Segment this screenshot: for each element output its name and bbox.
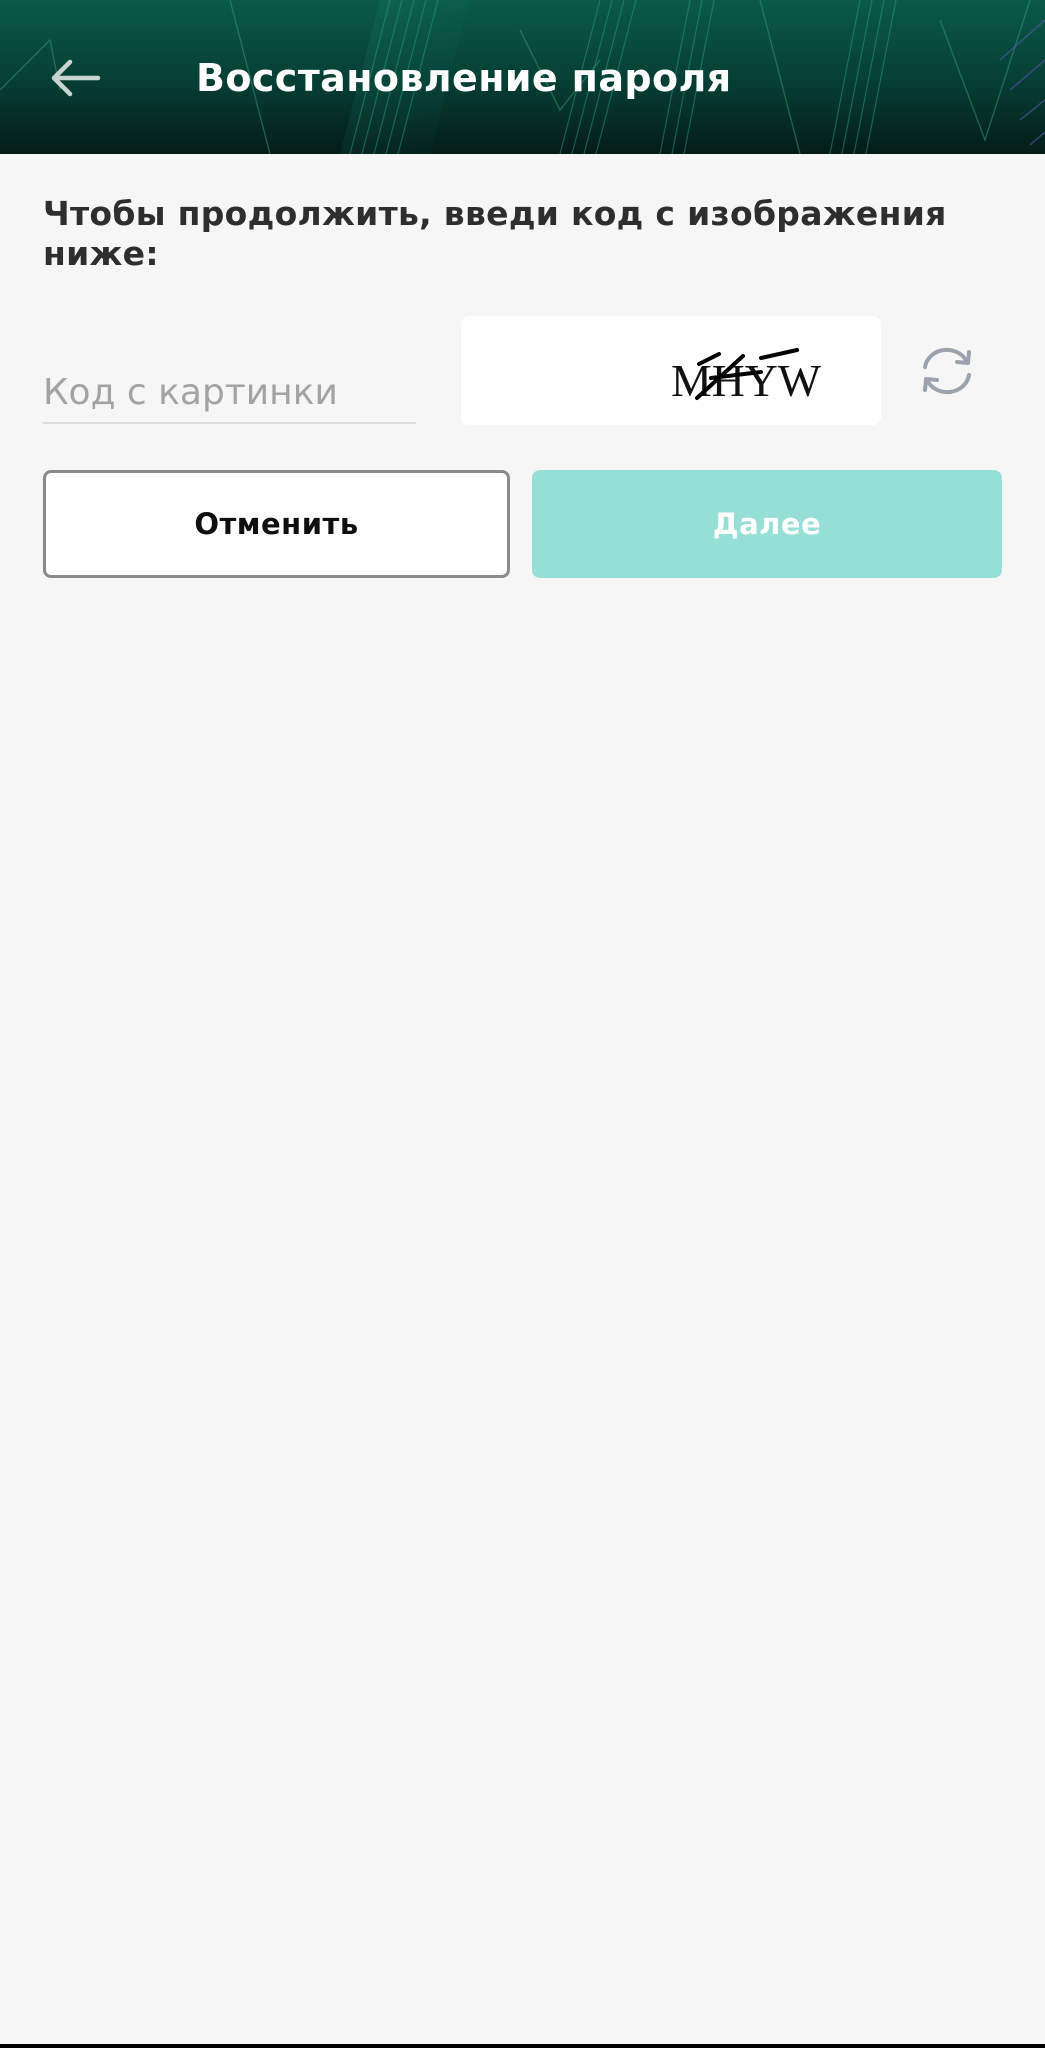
arrow-left-icon (51, 59, 101, 97)
captcha-text: MHYW (671, 355, 822, 406)
bottom-border (0, 2044, 1045, 2048)
captcha-image: MHYW (461, 316, 881, 425)
back-button[interactable] (40, 46, 110, 110)
next-button[interactable]: Далее (532, 470, 1002, 578)
refresh-icon (923, 347, 971, 395)
cancel-button[interactable]: Отменить (43, 470, 510, 578)
refresh-captcha-button[interactable] (912, 340, 982, 402)
page-title: Восстановление пароля (196, 56, 732, 100)
app-header: Восстановление пароля (0, 0, 1045, 154)
password-recovery-screen: Восстановление пароля Чтобы продолжить, … (0, 0, 1045, 2048)
instruction-text: Чтобы продолжить, введи код с изображени… (43, 194, 947, 273)
captcha-code-input[interactable] (43, 362, 416, 424)
